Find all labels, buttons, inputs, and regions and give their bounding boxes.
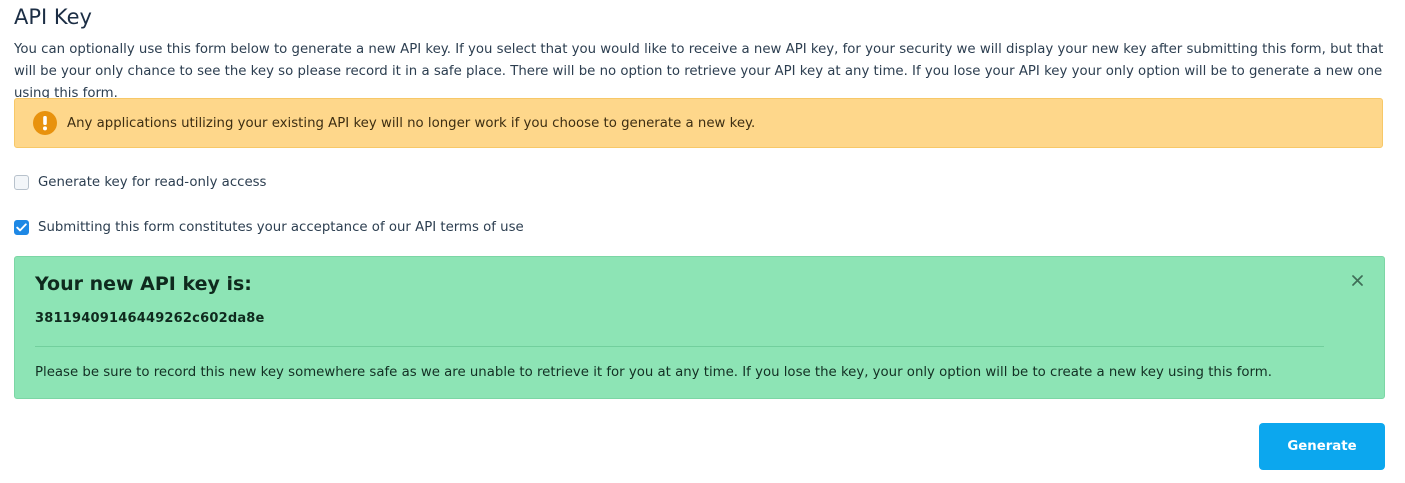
new-key-alert: Your new API key is: 38119409146449262c6… bbox=[14, 256, 1385, 399]
divider bbox=[35, 346, 1324, 347]
api-key-value: 38119409146449262c602da8e bbox=[35, 311, 265, 326]
generate-button[interactable]: Generate bbox=[1259, 423, 1385, 470]
terms-checkbox[interactable] bbox=[14, 220, 29, 235]
page-title: API Key bbox=[14, 5, 92, 29]
intro-text: You can optionally use this form below t… bbox=[14, 42, 1384, 101]
read-only-label[interactable]: Generate key for read-only access bbox=[38, 175, 267, 190]
warning-text: Any applications utilizing your existing… bbox=[67, 115, 756, 131]
new-key-note: Please be sure to record this new key so… bbox=[35, 365, 1272, 380]
close-icon[interactable] bbox=[1348, 271, 1366, 289]
new-key-title: Your new API key is: bbox=[35, 273, 252, 295]
terms-label[interactable]: Submitting this form constitutes your ac… bbox=[38, 220, 524, 235]
read-only-option[interactable]: Generate key for read-only access bbox=[14, 175, 267, 190]
terms-option[interactable]: Submitting this form constitutes your ac… bbox=[14, 220, 524, 235]
checkmark-icon bbox=[16, 223, 27, 232]
exclamation-icon bbox=[33, 111, 57, 135]
read-only-checkbox[interactable] bbox=[14, 175, 29, 190]
warning-alert: Any applications utilizing your existing… bbox=[14, 98, 1383, 148]
